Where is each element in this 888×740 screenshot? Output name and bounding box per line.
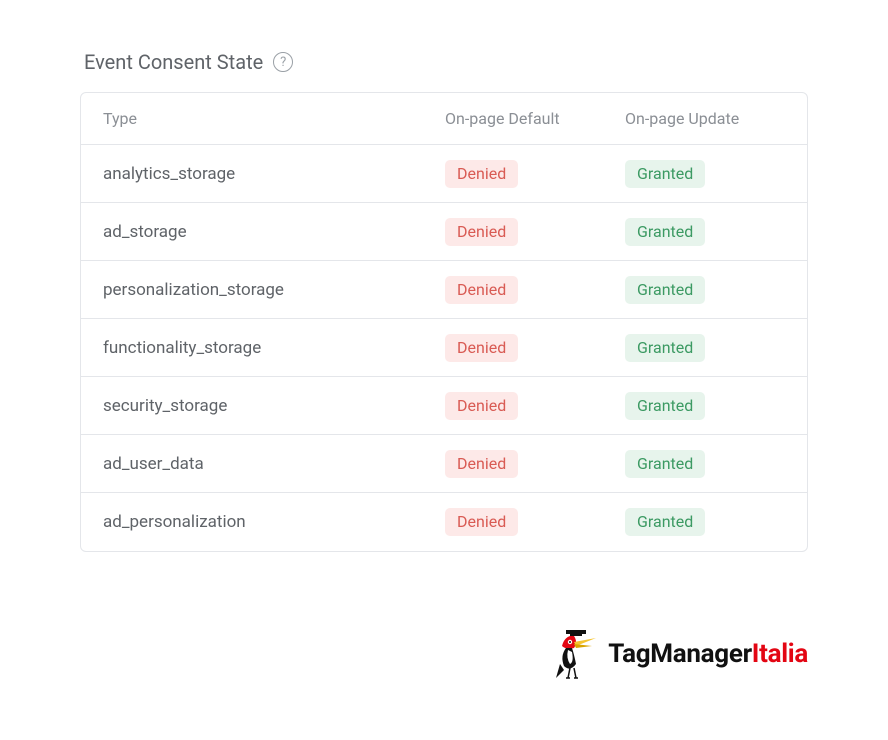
status-badge-granted: Granted: [625, 450, 705, 478]
consent-default-cell: Denied: [445, 276, 625, 304]
consent-default-cell: Denied: [445, 508, 625, 536]
consent-type: personalization_storage: [103, 280, 445, 300]
consent-update-cell: Granted: [625, 276, 785, 304]
consent-type: ad_personalization: [103, 512, 445, 532]
table-row: analytics_storage Denied Granted: [81, 145, 807, 203]
status-badge-denied: Denied: [445, 392, 518, 420]
table-row: ad_storage Denied Granted: [81, 203, 807, 261]
consent-table: Type On-page Default On-page Update anal…: [80, 92, 808, 552]
section-header: Event Consent State ?: [80, 50, 808, 74]
consent-update-cell: Granted: [625, 450, 785, 478]
status-badge-granted: Granted: [625, 392, 705, 420]
consent-update-cell: Granted: [625, 508, 785, 536]
status-badge-granted: Granted: [625, 218, 705, 246]
status-badge-denied: Denied: [445, 508, 518, 536]
status-badge-denied: Denied: [445, 160, 518, 188]
status-badge-granted: Granted: [625, 334, 705, 362]
consent-type: security_storage: [103, 396, 445, 416]
consent-type: ad_user_data: [103, 454, 445, 474]
consent-default-cell: Denied: [445, 450, 625, 478]
status-badge-denied: Denied: [445, 276, 518, 304]
consent-default-cell: Denied: [445, 218, 625, 246]
status-badge-granted: Granted: [625, 276, 705, 304]
brand-text-part2: Italia: [752, 639, 808, 669]
consent-default-cell: Denied: [445, 160, 625, 188]
consent-default-cell: Denied: [445, 334, 625, 362]
consent-update-cell: Granted: [625, 334, 785, 362]
table-header-row: Type On-page Default On-page Update: [81, 93, 807, 145]
status-badge-granted: Granted: [625, 160, 705, 188]
section-title: Event Consent State: [84, 50, 263, 74]
column-header-type: Type: [103, 109, 445, 128]
table-row: functionality_storage Denied Granted: [81, 319, 807, 377]
status-badge-denied: Denied: [445, 218, 518, 246]
consent-type: analytics_storage: [103, 164, 445, 184]
consent-update-cell: Granted: [625, 218, 785, 246]
help-icon[interactable]: ?: [273, 52, 293, 72]
brand-logo: TagManagerItalia: [556, 628, 808, 680]
column-header-default: On-page Default: [445, 109, 625, 128]
consent-update-cell: Granted: [625, 392, 785, 420]
table-row: security_storage Denied Granted: [81, 377, 807, 435]
table-row: ad_user_data Denied Granted: [81, 435, 807, 493]
brand-text-part1: TagManager: [608, 639, 752, 669]
status-badge-denied: Denied: [445, 450, 518, 478]
consent-update-cell: Granted: [625, 160, 785, 188]
table-row: ad_personalization Denied Granted: [81, 493, 807, 551]
consent-default-cell: Denied: [445, 392, 625, 420]
consent-type: functionality_storage: [103, 338, 445, 358]
status-badge-granted: Granted: [625, 508, 705, 536]
column-header-update: On-page Update: [625, 109, 785, 128]
status-badge-denied: Denied: [445, 334, 518, 362]
table-row: personalization_storage Denied Granted: [81, 261, 807, 319]
woodpecker-icon: [556, 628, 600, 680]
consent-type: ad_storage: [103, 222, 445, 242]
brand-text: TagManagerItalia: [608, 639, 808, 669]
